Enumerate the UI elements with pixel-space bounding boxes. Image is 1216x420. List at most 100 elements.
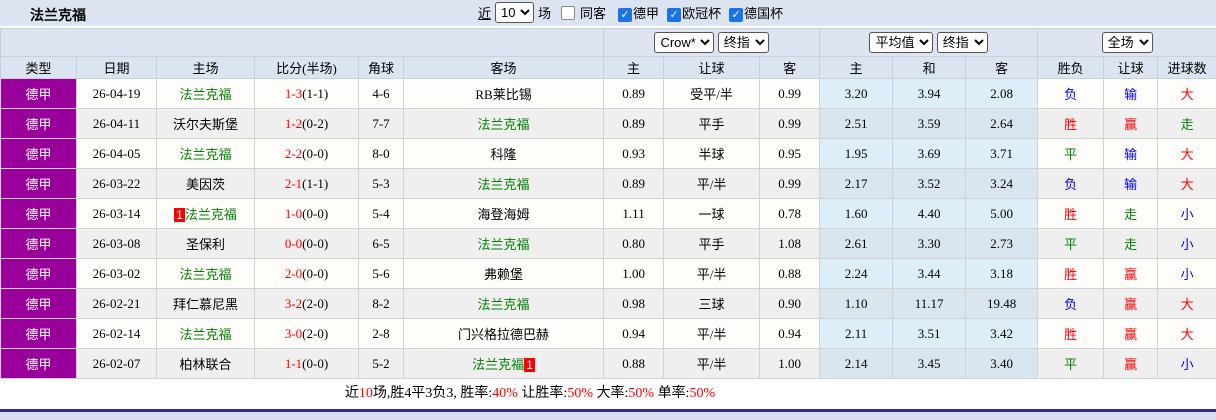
league-cell: 德甲 <box>1 139 77 169</box>
league-cell: 德甲 <box>1 319 77 349</box>
summary-segment: 让胜率: <box>518 386 567 401</box>
home-odds-cell: 0.98 <box>604 289 664 319</box>
odds-company-select[interactable]: Crow* <box>654 32 714 53</box>
near-games-link[interactable]: 近 <box>478 3 491 22</box>
corners-cell: 5-6 <box>359 259 404 289</box>
date-cell: 26-03-22 <box>77 169 157 199</box>
avg-draw-cell: 3.59 <box>893 109 966 139</box>
handicap-cell: 平/半 <box>664 259 760 289</box>
score-cell: 3-2(2-0) <box>255 289 359 319</box>
match-row: 德甲26-04-11沃尔夫斯堡1-2(0-2)7-7法兰克福0.89平手0.99… <box>1 109 1216 139</box>
same-away-checkbox[interactable] <box>561 6 575 20</box>
away-team-cell: 海登海姆 <box>404 199 604 229</box>
league-checkbox-0[interactable]: ✓ <box>618 8 632 22</box>
halftime-score: (1-1) <box>302 86 328 101</box>
avg-source-select[interactable]: 平均值 <box>869 32 933 53</box>
filter-controls: 近 10 场 同客 ✓德甲✓欧冠杯✓德国杯 <box>478 2 785 23</box>
home-team-cell: 圣保利 <box>157 229 255 259</box>
scope-select[interactable]: 全场 <box>1102 32 1153 53</box>
league-checkbox-2[interactable]: ✓ <box>729 8 743 22</box>
match-row: 德甲26-02-07柏林联合1-1(0-0)5-2法兰克福10.88平/半1.0… <box>1 349 1216 379</box>
score-cell: 0-0(0-0) <box>255 229 359 259</box>
date-cell: 26-02-14 <box>77 319 157 349</box>
result-wdl-cell: 负 <box>1038 289 1104 319</box>
matches-table: Crow* 终指 平均值 终指 全场 类型 <box>0 28 1216 379</box>
handicap-cell: 三球 <box>664 289 760 319</box>
same-away-label: 同客 <box>580 3 606 22</box>
fulltime-score: 2-2 <box>285 146 302 161</box>
home-team-cell: 柏林联合 <box>157 349 255 379</box>
away-team-cell: 科隆 <box>404 139 604 169</box>
home-odds-cell: 0.93 <box>604 139 664 169</box>
league-cell: 德甲 <box>1 349 77 379</box>
column-header-row: 类型 日期 主场 比分(半场) 角球 客场 主 让球 客 主 和 客 胜负 让球… <box>1 57 1216 79</box>
fulltime-score: 3-2 <box>285 296 302 311</box>
avg-draw-cell: 3.30 <box>893 229 966 259</box>
home-odds-cell: 0.80 <box>604 229 664 259</box>
result-handicap-cell: 赢 <box>1104 289 1158 319</box>
avg-home-cell: 3.20 <box>820 79 893 109</box>
odds-company-stage-select[interactable]: 终指 <box>718 32 769 53</box>
avg-stage-select[interactable]: 终指 <box>937 32 988 53</box>
date-cell: 26-04-11 <box>77 109 157 139</box>
avg-away-cell: 2.64 <box>966 109 1038 139</box>
col-odds-handicap: 让球 <box>664 57 760 79</box>
date-cell: 26-03-02 <box>77 259 157 289</box>
col-result-handicap: 让球 <box>1104 57 1158 79</box>
home-team-cell: 法兰克福 <box>157 139 255 169</box>
league-cell: 德甲 <box>1 199 77 229</box>
avg-away-cell: 3.71 <box>966 139 1038 169</box>
league-checkbox-label: 德国杯 <box>744 6 783 21</box>
avg-draw-cell: 3.94 <box>893 79 966 109</box>
score-cell: 2-2(0-0) <box>255 139 359 169</box>
handicap-cell: 平手 <box>664 229 760 259</box>
summary-segment: 10 <box>359 386 373 401</box>
scope-group: 全场 <box>1038 29 1216 57</box>
col-score: 比分(半场) <box>255 57 359 79</box>
team-name: 沃尔夫斯堡 <box>173 117 238 132</box>
away-team-cell: RB莱比锡 <box>404 79 604 109</box>
result-handicap-cell: 赢 <box>1104 349 1158 379</box>
league-checkbox-1[interactable]: ✓ <box>667 8 681 22</box>
team-name: 法兰克福 <box>478 297 530 312</box>
result-goals-cell: 大 <box>1158 79 1216 109</box>
team-name: 法兰克福 <box>478 237 530 252</box>
avg-home-cell: 2.24 <box>820 259 893 289</box>
corners-cell: 5-2 <box>359 349 404 379</box>
avg-away-cell: 2.73 <box>966 229 1038 259</box>
avg-home-cell: 1.60 <box>820 199 893 229</box>
home-odds-cell: 1.00 <box>604 259 664 289</box>
date-cell: 26-04-05 <box>77 139 157 169</box>
match-row: 德甲26-04-05法兰克福2-2(0-0)8-0科隆0.93半球0.951.9… <box>1 139 1216 169</box>
result-goals-cell: 大 <box>1158 169 1216 199</box>
fulltime-score: 1-0 <box>285 206 302 221</box>
result-goals-cell: 大 <box>1158 139 1216 169</box>
avg-home-cell: 2.51 <box>820 109 893 139</box>
result-wdl-cell: 胜 <box>1038 199 1104 229</box>
result-wdl-cell: 胜 <box>1038 259 1104 289</box>
fulltime-score: 1-3 <box>285 86 302 101</box>
away-odds-cell: 0.99 <box>760 79 820 109</box>
away-team-cell: 法兰克福1 <box>404 349 604 379</box>
rank-badge: 1 <box>524 358 535 372</box>
team-name: 法兰克福 <box>478 177 530 192</box>
col-avg-home: 主 <box>820 57 893 79</box>
team-name: 法兰克福 <box>185 207 237 222</box>
col-type: 类型 <box>1 57 77 79</box>
away-team-cell: 门兴格拉德巴赫 <box>404 319 604 349</box>
fulltime-score: 1-1 <box>285 356 302 371</box>
away-odds-cell: 1.00 <box>760 349 820 379</box>
near-count-select[interactable]: 10 <box>495 2 534 23</box>
date-cell: 26-02-07 <box>77 349 157 379</box>
league-cell: 德甲 <box>1 259 77 289</box>
away-odds-cell: 0.99 <box>760 109 820 139</box>
match-row: 德甲26-04-19法兰克福1-3(1-1)4-6RB莱比锡0.89受平/半0.… <box>1 79 1216 109</box>
match-rows: 德甲26-04-19法兰克福1-3(1-1)4-6RB莱比锡0.89受平/半0.… <box>1 79 1216 379</box>
home-team-cell: 法兰克福 <box>157 259 255 289</box>
summary-segment: 50% <box>628 386 654 401</box>
summary-segment: 40% <box>492 386 518 401</box>
avg-draw-cell: 4.40 <box>893 199 966 229</box>
handicap-cell: 一球 <box>664 199 760 229</box>
match-row: 德甲26-02-21拜仁慕尼黑3-2(2-0)8-2法兰克福0.98三球0.90… <box>1 289 1216 319</box>
avg-away-cell: 2.08 <box>966 79 1038 109</box>
